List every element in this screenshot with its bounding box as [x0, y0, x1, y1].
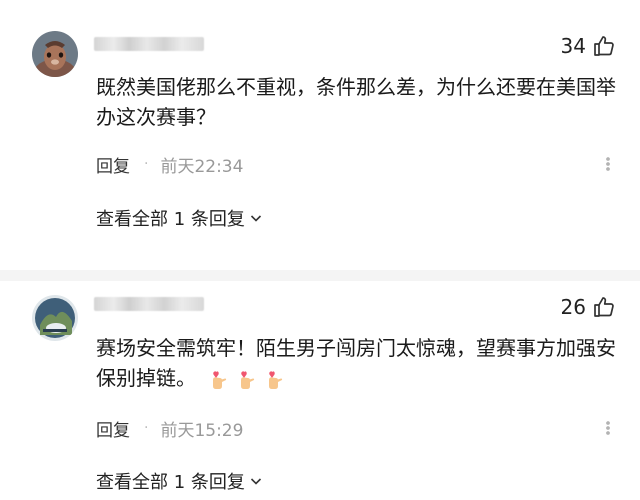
username-blurred[interactable]: [94, 297, 204, 311]
more-dots-icon[interactable]: [600, 420, 616, 436]
avatar[interactable]: [32, 31, 78, 77]
like-count: 26: [560, 295, 586, 319]
comment-timestamp: 前天22:34: [160, 156, 244, 177]
comment-list: 34 既然美国佬那么不重视，条件那么差，为什么还要在美国举办这次赛事？ 回复 ·…: [0, 0, 640, 500]
reply-button[interactable]: 回复: [96, 416, 130, 441]
finger-heart-emoji: [236, 369, 258, 391]
finger-heart-emoji: [208, 369, 230, 391]
thumbs-up-icon: [592, 34, 616, 58]
comment-meta: 回复 · 前天15:29: [96, 416, 616, 441]
avatar[interactable]: [32, 295, 78, 341]
like-button[interactable]: 26: [561, 295, 616, 319]
comment-meta: 回复 · 前天22:34: [96, 152, 616, 177]
view-replies-button[interactable]: 查看全部 1 条回复: [96, 205, 263, 231]
username-blurred[interactable]: [94, 37, 204, 51]
chevron-down-icon: [249, 474, 263, 488]
more-dots-icon[interactable]: [600, 156, 616, 172]
comment-text-content: 赛场安全需筑牢！陌生男子闯房门太惊魂，望赛事方加强安保别掉链。: [96, 336, 616, 390]
chevron-down-icon: [249, 211, 263, 225]
view-replies-label: 查看全部 1 条回复: [96, 209, 245, 230]
like-count: 34: [560, 34, 586, 58]
comment-divider: [0, 270, 640, 281]
comment-timestamp: 前天15:29: [160, 420, 244, 441]
comment-text: 既然美国佬那么不重视，条件那么差，为什么还要在美国举办这次赛事？: [96, 75, 616, 129]
meta-separator: ·: [144, 156, 149, 172]
like-button[interactable]: 34: [561, 34, 616, 58]
meta-separator: ·: [144, 420, 149, 436]
emoji-group: [208, 369, 286, 391]
comment-item: 34 既然美国佬那么不重视，条件那么差，为什么还要在美国举办这次赛事？ 回复 ·…: [0, 0, 640, 270]
thumbs-up-icon: [592, 295, 616, 319]
view-replies-button[interactable]: 查看全部 1 条回复: [96, 468, 263, 494]
comment-text: 赛场安全需筑牢！陌生男子闯房门太惊魂，望赛事方加强安保别掉链。: [96, 333, 620, 393]
comment-item: 26 赛场安全需筑牢！陌生男子闯房门太惊魂，望赛事方加强安保别掉链。 回复 · …: [0, 281, 640, 500]
finger-heart-emoji: [264, 369, 286, 391]
reply-button[interactable]: 回复: [96, 152, 130, 177]
view-replies-label: 查看全部 1 条回复: [96, 472, 245, 493]
